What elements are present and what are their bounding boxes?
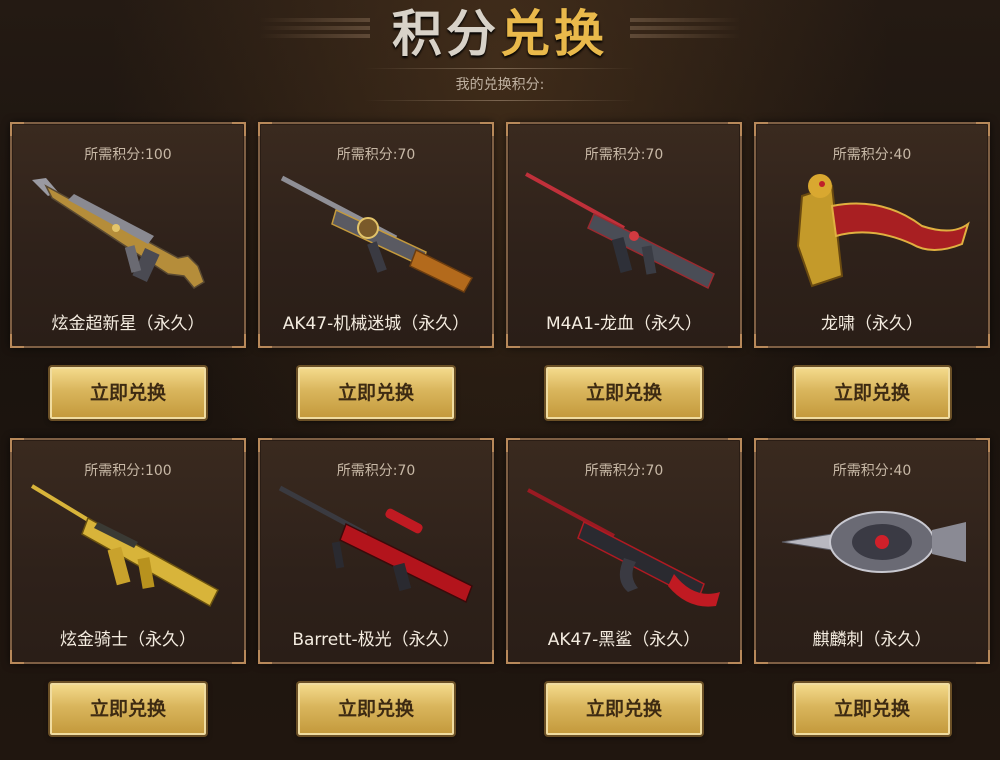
header: 积分兑换 我的兑换积分: bbox=[0, 0, 1000, 110]
title-block: 积分兑换 bbox=[260, 0, 740, 63]
page-title-part1: 积分 bbox=[392, 5, 500, 63]
points-label: 我的兑换积分: bbox=[455, 77, 545, 93]
item-card: 所需积分:70 AK47-机械迷城（永久） bbox=[258, 122, 494, 348]
exchange-button[interactable]: 立即兑换 bbox=[50, 367, 206, 419]
exchange-button[interactable]: 立即兑换 bbox=[50, 683, 206, 735]
item-name: 龙啸（永久） bbox=[821, 314, 923, 334]
dragon-axe-icon bbox=[772, 166, 972, 296]
ak47-shark-icon bbox=[524, 482, 724, 612]
item-cost: 所需积分:40 bbox=[832, 463, 912, 479]
exchange-button[interactable]: 立即兑换 bbox=[794, 367, 950, 419]
exchange-button[interactable]: 立即兑换 bbox=[546, 683, 702, 735]
item-card: 所需积分:70 AK47-黑鲨（永久） bbox=[506, 438, 742, 664]
item-cost: 所需积分:70 bbox=[336, 463, 416, 479]
divider-top bbox=[365, 68, 635, 69]
qilin-blade-icon bbox=[772, 482, 972, 612]
item-name: 炫金骑士（永久） bbox=[60, 630, 196, 650]
item-cost: 所需积分:100 bbox=[84, 147, 172, 163]
item-name: 炫金超新星（永久） bbox=[51, 314, 205, 334]
m4a1-dragon-icon bbox=[524, 166, 724, 296]
exchange-button[interactable]: 立即兑换 bbox=[298, 367, 454, 419]
item-name: 麒麟刺（永久） bbox=[812, 630, 932, 650]
item-cost: 所需积分:70 bbox=[584, 147, 664, 163]
item-name: Barrett-极光（永久） bbox=[292, 630, 460, 650]
barrett-sniper-icon bbox=[276, 482, 476, 612]
page-title: 积分兑换 bbox=[330, 0, 670, 66]
ak47-mech-icon bbox=[276, 166, 476, 296]
rifle-knight-icon bbox=[28, 482, 228, 612]
exchange-button[interactable]: 立即兑换 bbox=[298, 683, 454, 735]
item-card: 所需积分:100 炫金超新星（永久） bbox=[10, 122, 246, 348]
item-card: 所需积分:70 Barrett-极光（永久） bbox=[258, 438, 494, 664]
item-card: 所需积分:40 龙啸（永久） bbox=[754, 122, 990, 348]
item-cost: 所需积分:70 bbox=[336, 147, 416, 163]
item-card: 所需积分:100 炫金骑士（永久） bbox=[10, 438, 246, 664]
exchange-button[interactable]: 立即兑换 bbox=[794, 683, 950, 735]
item-name: M4A1-龙血（永久） bbox=[545, 314, 703, 334]
item-cost: 所需积分:40 bbox=[832, 147, 912, 163]
item-cost: 所需积分:70 bbox=[584, 463, 664, 479]
exchange-button[interactable]: 立即兑换 bbox=[546, 367, 702, 419]
rifle-gold-icon bbox=[28, 166, 228, 296]
item-card: 所需积分:70 M4A1-龙血（永久） bbox=[506, 122, 742, 348]
page-title-part2: 兑换 bbox=[500, 5, 608, 63]
divider-bottom bbox=[365, 100, 635, 101]
item-name: AK47-机械迷城（永久） bbox=[282, 314, 470, 334]
item-card: 所需积分:40 麒麟刺（永久） bbox=[754, 438, 990, 664]
item-cost: 所需积分:100 bbox=[84, 463, 172, 479]
item-name: AK47-黑鲨（永久） bbox=[547, 630, 701, 650]
